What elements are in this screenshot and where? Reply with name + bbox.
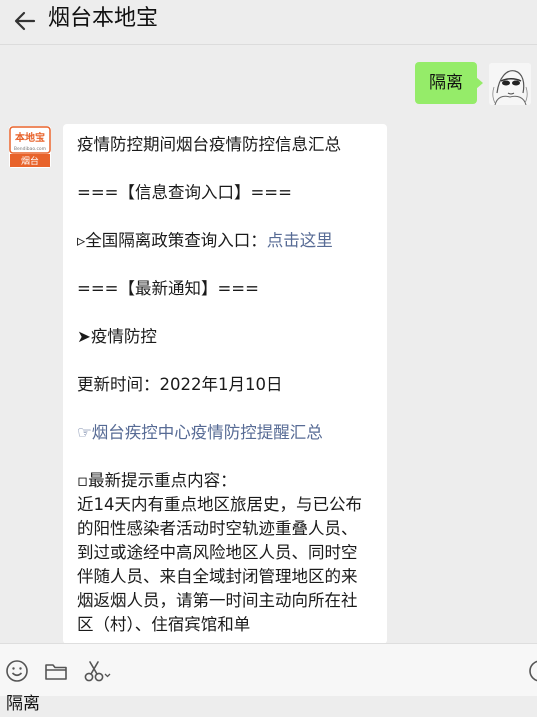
policy-entry: ▹全国隔离政策查询入口：点击这里	[77, 229, 333, 253]
chat-title: 烟台本地宝	[48, 6, 159, 31]
history-icon	[529, 660, 537, 682]
back-arrow-icon	[14, 11, 36, 31]
svg-text:烟台: 烟台	[21, 155, 39, 167]
cdc-reminder-link[interactable]: ☞烟台疾控中心疫情防控提醒汇总	[77, 421, 323, 445]
section-title-query: ===【信息查询入口】===	[77, 183, 292, 202]
section-title-notice: ===【最新通知】===	[77, 279, 259, 298]
user-avatar-sketch	[489, 63, 531, 105]
bendibao-logo: 本地宝 Bendibao.com 烟台	[9, 126, 51, 168]
tips-title: ▫最新提示重点内容：	[77, 471, 237, 490]
emoji-button[interactable]	[4, 658, 30, 684]
input-toolbar	[0, 643, 537, 696]
click-here-link[interactable]: 点击这里	[267, 231, 333, 250]
message-input[interactable]: 隔离	[6, 693, 40, 715]
svg-text:Bendibao.com: Bendibao.com	[14, 146, 46, 152]
policy-entry-label: ▹全国隔离政策查询入口：	[77, 231, 267, 250]
sent-message-bubble[interactable]: 隔离	[415, 62, 483, 104]
topic-label: ➤疫情防控	[77, 327, 157, 346]
emoji-icon	[6, 660, 28, 682]
scissors-icon	[84, 661, 111, 682]
back-button[interactable]	[10, 6, 40, 36]
received-message-bubble[interactable]: 疫情防控期间烟台疫情防控信息汇总 ===【信息查询入口】=== ▹全国隔离政策查…	[63, 124, 387, 644]
file-button[interactable]	[43, 658, 69, 684]
chat-header: 烟台本地宝	[0, 0, 537, 45]
sender-avatar[interactable]: 本地宝 Bendibao.com 烟台	[9, 126, 51, 168]
folder-icon	[45, 664, 67, 680]
message-heading: 疫情防控期间烟台疫情防控信息汇总	[77, 135, 341, 154]
chat-history-button[interactable]	[527, 658, 537, 684]
my-avatar[interactable]	[489, 63, 531, 105]
update-time: 更新时间：2022年1月10日	[77, 375, 283, 394]
svg-text:本地宝: 本地宝	[15, 131, 45, 144]
tips-body: 近14天内有重点地区旅居史，与已公布的阳性感染者活动时空轨迹重叠人员、到过或途经…	[77, 495, 362, 634]
screenshot-button[interactable]	[82, 658, 112, 684]
